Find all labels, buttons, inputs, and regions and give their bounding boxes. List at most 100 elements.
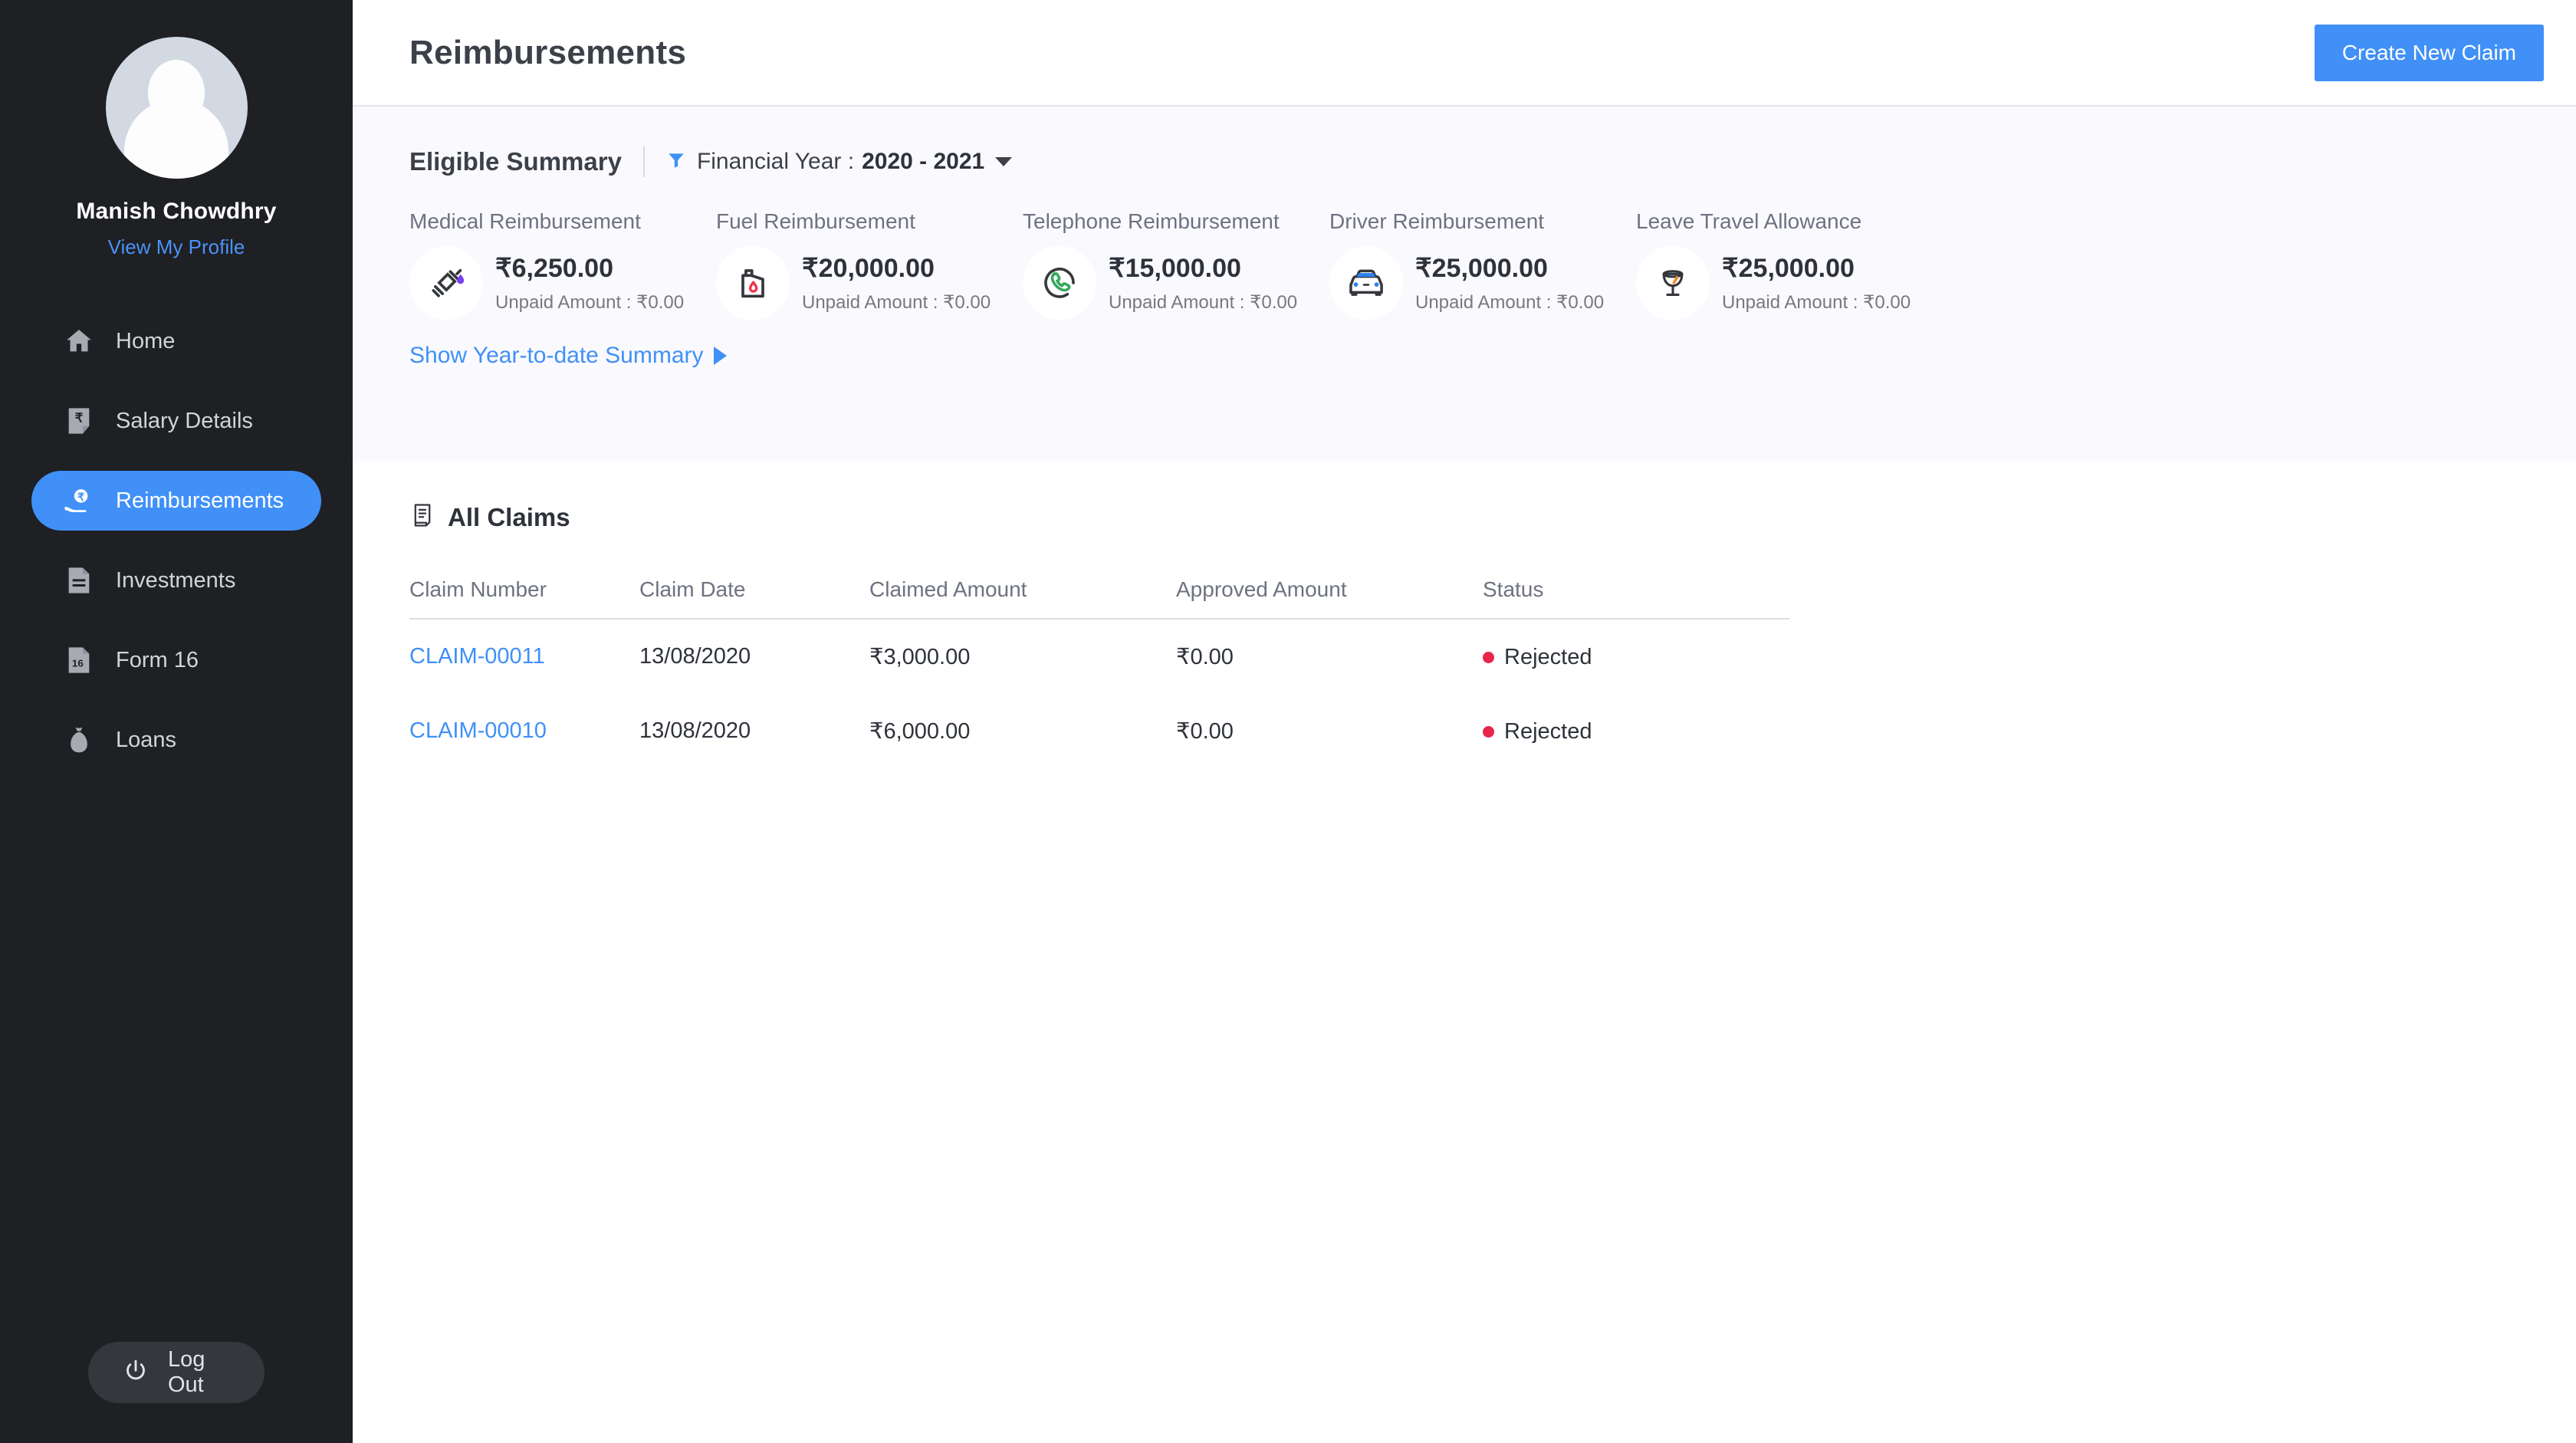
claimed-amount-cell: ₹3,000.00 [869, 645, 971, 669]
all-claims-section: All Claims Claim Number Claim Date Claim… [353, 461, 2576, 1443]
app-root: Manish Chowdhry View My Profile Home ₹ S… [0, 0, 2576, 1443]
svg-text:₹: ₹ [77, 491, 84, 503]
column-header-claim-date: Claim Date [639, 577, 746, 601]
status-badge: Rejected [1483, 718, 1789, 745]
table-row[interactable]: CLAIM-00011 13/08/2020 ₹3,000.00 ₹0.00 R… [409, 620, 1789, 694]
card-label: Telephone Reimbursement [1023, 209, 1280, 233]
page-header: Reimbursements Create New Claim [353, 0, 2576, 107]
table-header-row: Claim Number Claim Date Claimed Amount A… [409, 566, 1789, 613]
approved-amount-cell: ₹0.00 [1176, 645, 1234, 669]
claimed-amount-cell: ₹6,000.00 [869, 719, 971, 744]
claim-date-cell: 13/08/2020 [639, 718, 751, 743]
column-header-status: Status [1483, 577, 1544, 601]
card-amount: ₹25,000.00 [1415, 253, 1548, 283]
create-new-claim-button[interactable]: Create New Claim [2314, 24, 2544, 81]
column-header-claim-number: Claim Number [409, 577, 547, 601]
sidebar-item-label: Investments [116, 567, 236, 593]
summary-card-telephone: Telephone Reimbursement ₹15,000.00 Unpai… [1023, 209, 1329, 320]
eligible-summary-cards: Medical Reimbursement ₹6,250.00 Unpaid A… [409, 209, 2576, 320]
claims-document-icon [409, 502, 435, 532]
card-amount: ₹20,000.00 [802, 253, 935, 283]
cocktail-glass-icon [1636, 246, 1710, 320]
car-icon [1329, 246, 1403, 320]
summary-card-medical: Medical Reimbursement ₹6,250.00 Unpaid A… [409, 209, 716, 320]
sidebar-item-form-16[interactable]: 16 Form 16 [31, 630, 321, 690]
card-label: Leave Travel Allowance [1636, 209, 1862, 233]
logout-label: Log Out [168, 1347, 205, 1397]
summary-title: Eligible Summary [409, 147, 622, 176]
status-label: Rejected [1504, 644, 1592, 669]
ytd-link-label: Show Year-to-date Summary [409, 343, 704, 368]
sidebar-nav: Home ₹ Salary Details ₹ Reimbursements I… [0, 311, 353, 790]
financial-year-value: 2020 - 2021 [862, 149, 985, 174]
sidebar-item-label: Form 16 [116, 647, 199, 672]
logout-button[interactable]: Log Out [88, 1342, 264, 1403]
sidebar-item-label: Home [116, 328, 176, 353]
page-title: Reimbursements [409, 33, 687, 71]
approved-amount-cell: ₹0.00 [1176, 719, 1234, 744]
claim-date-cell: 13/08/2020 [639, 644, 751, 669]
power-icon [122, 1357, 150, 1389]
sidebar-item-reimbursements[interactable]: ₹ Reimbursements [31, 471, 321, 531]
divider [642, 146, 645, 177]
sidebar-item-loans[interactable]: Loans [31, 710, 321, 770]
funnel-filter-icon [666, 150, 686, 174]
home-icon [62, 324, 96, 358]
financial-year-selector[interactable]: Financial Year : 2020 - 2021 [666, 149, 1013, 175]
sidebar: Manish Chowdhry View My Profile Home ₹ S… [0, 0, 353, 1443]
column-header-claimed-amount: Claimed Amount [869, 577, 1027, 601]
sidebar-item-label: Reimbursements [116, 488, 284, 513]
financial-year-label: Financial Year : [696, 149, 855, 174]
sidebar-item-investments[interactable]: Investments [31, 551, 321, 610]
syringe-icon [409, 246, 483, 320]
card-unpaid: Unpaid Amount : ₹0.00 [1109, 291, 1298, 313]
svg-text:₹: ₹ [75, 411, 84, 426]
status-dot-icon [1483, 651, 1494, 663]
card-unpaid: Unpaid Amount : ₹0.00 [495, 291, 685, 313]
show-ytd-summary-link[interactable]: Show Year-to-date Summary [409, 343, 727, 369]
view-my-profile-link[interactable]: View My Profile [108, 235, 245, 259]
summary-card-fuel: Fuel Reimbursement ₹20,000.00 Unpaid Amo… [716, 209, 1023, 320]
main-content: Reimbursements Create New Claim Eligible… [353, 0, 2576, 1443]
sidebar-item-home[interactable]: Home [31, 311, 321, 371]
column-header-approved-amount: Approved Amount [1176, 577, 1347, 601]
card-unpaid: Unpaid Amount : ₹0.00 [802, 291, 991, 313]
summary-header: Eligible Summary Financial Year : 2020 -… [409, 145, 2576, 179]
user-name: Manish Chowdhry [76, 199, 277, 224]
claims-header: All Claims [409, 502, 2576, 532]
sidebar-item-label: Salary Details [116, 408, 253, 433]
sidebar-item-salary-details[interactable]: ₹ Salary Details [31, 391, 321, 451]
hand-rupee-icon: ₹ [62, 484, 96, 518]
card-amount: ₹15,000.00 [1109, 253, 1241, 283]
card-unpaid: Unpaid Amount : ₹0.00 [1722, 291, 1911, 313]
card-label: Fuel Reimbursement [716, 209, 915, 233]
table-row[interactable]: CLAIM-00010 13/08/2020 ₹6,000.00 ₹0.00 R… [409, 694, 1789, 768]
card-label: Driver Reimbursement [1329, 209, 1545, 233]
claims-table: Claim Number Claim Date Claimed Amount A… [409, 566, 1789, 768]
salary-document-icon: ₹ [62, 404, 96, 438]
claims-title: All Claims [448, 502, 570, 531]
eligible-summary-panel: Eligible Summary Financial Year : 2020 -… [353, 107, 2576, 461]
svg-text:16: 16 [72, 657, 84, 669]
money-bag-icon [62, 723, 96, 757]
chevron-down-icon [995, 157, 1013, 166]
summary-card-driver: Driver Reimbursement ₹25,000.00 Unpaid A… [1329, 209, 1636, 320]
status-dot-icon [1483, 725, 1494, 738]
document-lines-icon [62, 564, 96, 597]
form-16-document-icon: 16 [62, 643, 96, 677]
status-badge: Rejected [1483, 644, 1789, 670]
sidebar-item-label: Loans [116, 727, 177, 752]
avatar [105, 37, 248, 179]
card-amount: ₹6,250.00 [495, 253, 613, 283]
triangle-right-icon [713, 347, 727, 365]
fuel-can-icon [716, 246, 790, 320]
claim-number-link[interactable]: CLAIM-00010 [409, 718, 639, 744]
summary-card-leave-travel-allowance: Leave Travel Allowance ₹25,000.00 Unpaid… [1636, 209, 1943, 320]
card-unpaid: Unpaid Amount : ₹0.00 [1415, 291, 1605, 313]
claim-number-link[interactable]: CLAIM-00011 [409, 644, 639, 669]
card-label: Medical Reimbursement [409, 209, 641, 233]
card-amount: ₹25,000.00 [1722, 253, 1855, 283]
status-label: Rejected [1504, 718, 1592, 744]
phone-icon [1023, 246, 1096, 320]
avatar-body [124, 99, 228, 179]
